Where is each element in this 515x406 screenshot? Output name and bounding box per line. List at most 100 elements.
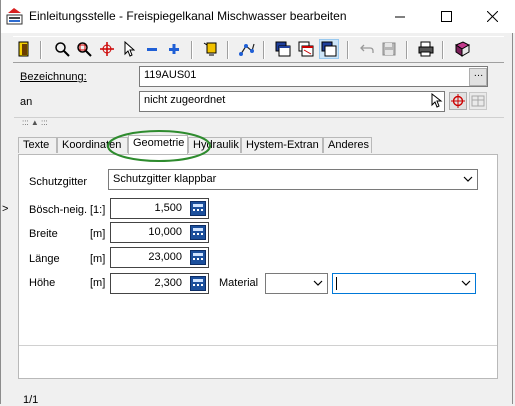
bezeichnung-label: Bezeichnung:: [20, 71, 87, 83]
window-1-button[interactable]: [273, 39, 293, 59]
breite-value: 10,000: [148, 226, 182, 238]
minimize-icon: [394, 16, 405, 18]
zoom-button[interactable]: [52, 39, 72, 59]
crosshair-button[interactable]: [97, 39, 117, 59]
light-icon: [203, 42, 217, 56]
hoehe-unit: [m]: [90, 277, 106, 289]
edit-window: Einleitungsstelle - Freispiegelkanal Mis…: [0, 0, 515, 406]
toolbar: [13, 36, 504, 63]
text-caret: [336, 277, 337, 290]
tab-texte[interactable]: Texte: [18, 137, 57, 153]
minimize-button[interactable]: [377, 0, 423, 33]
window-3-button[interactable]: [319, 39, 339, 59]
undo-icon: [360, 44, 374, 53]
crosshair-icon: [100, 42, 114, 56]
tab-anderes[interactable]: Anderes: [323, 137, 372, 153]
breite-unit: [m]: [90, 228, 106, 240]
book-icon: [454, 41, 470, 57]
highlight-ellipse: [107, 130, 211, 162]
light-button[interactable]: [201, 39, 221, 59]
chevron-down-icon: [313, 280, 323, 286]
window-title: Einleitungsstelle - Freispiegelkanal Mis…: [29, 9, 347, 23]
status-bar: 1/1: [1, 392, 515, 406]
window-2-button[interactable]: [296, 39, 316, 59]
material-detail-select[interactable]: [332, 273, 476, 294]
material-select[interactable]: [265, 273, 328, 294]
boeschneig-value: 1,500: [154, 202, 182, 214]
tab-hystem-extran[interactable]: Hystem-Extran: [241, 137, 323, 153]
window-1-icon: [275, 41, 291, 57]
maximize-button[interactable]: [423, 0, 469, 33]
maximize-icon: [440, 11, 452, 22]
print-button[interactable]: [416, 39, 436, 59]
boeschneig-input[interactable]: 1,500: [110, 198, 209, 219]
calculator-icon: [193, 228, 203, 235]
calculator-button[interactable]: [190, 201, 206, 216]
select-arrow-button[interactable]: [119, 39, 139, 59]
splitter-glyph: ::: ▲ :::: [22, 118, 48, 127]
network-button[interactable]: [237, 39, 257, 59]
minus-button[interactable]: [142, 39, 162, 59]
splitter[interactable]: ::: ▲ :::: [14, 117, 504, 130]
boeschneig-label: Bösch-neig.: [29, 204, 88, 216]
calculator-button[interactable]: [190, 276, 206, 291]
laenge-input[interactable]: 23,000: [110, 247, 209, 268]
tab-label: Hystem-Extran: [246, 139, 319, 151]
schutzgitter-select[interactable]: Schutzgitter klappbar: [108, 169, 478, 190]
select-arrow-icon: [124, 41, 135, 57]
undo-button[interactable]: [357, 39, 377, 59]
hoehe-label: Höhe: [29, 277, 56, 289]
calculator-icon: [193, 279, 203, 286]
an-target-button[interactable]: [449, 92, 467, 110]
chevron-down-icon: [463, 176, 473, 182]
zoom-icon: [55, 42, 70, 57]
save-button[interactable]: [379, 39, 399, 59]
laenge-value: 23,000: [148, 251, 182, 263]
panel-divider: [19, 345, 497, 346]
window-3-icon: [321, 41, 337, 57]
schutzgitter-value: Schutzgitter klappbar: [113, 173, 217, 185]
record-counter: 1/1: [23, 394, 39, 406]
app-icon: [6, 8, 23, 25]
close-icon: [486, 11, 498, 22]
calculator-button[interactable]: [190, 225, 206, 240]
mouse-cursor-icon: [431, 93, 443, 108]
bezeichnung-browse-button[interactable]: …: [469, 68, 487, 86]
calculator-icon: [193, 204, 203, 211]
print-icon: [418, 41, 434, 57]
network-icon: [239, 43, 255, 56]
breite-label: Breite: [29, 228, 58, 240]
an-table-button[interactable]: [469, 92, 487, 110]
tab-label: Texte: [23, 139, 50, 151]
an-label: an: [20, 96, 33, 108]
exit-button[interactable]: [14, 39, 34, 59]
plus-icon: [169, 44, 179, 54]
breite-input[interactable]: 10,000: [110, 222, 209, 243]
laenge-unit: [m]: [90, 253, 106, 265]
hoehe-input[interactable]: 2,300: [110, 273, 209, 294]
tab-label: Anderes: [328, 139, 369, 151]
plus-button[interactable]: [164, 39, 184, 59]
geometrie-panel: Schutzgitter Schutzgitter klappbar Bösch…: [18, 154, 498, 379]
calculator-button[interactable]: [190, 250, 206, 265]
bezeichnung-field[interactable]: 119AUS01: [139, 66, 488, 87]
row-marker: >: [2, 203, 9, 215]
zoom-window-button[interactable]: [74, 39, 94, 59]
schutzgitter-label: Schutzgitter: [29, 176, 88, 188]
calculator-icon: [193, 253, 203, 260]
target-icon: [451, 94, 465, 108]
chevron-down-icon: [461, 280, 471, 286]
bezeichnung-value: 119AUS01: [144, 69, 197, 81]
save-icon: [382, 42, 396, 56]
minus-icon: [147, 48, 157, 51]
hoehe-value: 2,300: [154, 277, 182, 289]
laenge-label: Länge: [29, 253, 60, 265]
zoom-window-icon: [77, 42, 92, 57]
book-button[interactable]: [452, 39, 472, 59]
an-field[interactable]: nicht zugeordnet: [139, 91, 445, 112]
exit-icon: [18, 41, 29, 57]
boeschneig-unit: [1:]: [90, 204, 106, 216]
table-icon: [471, 95, 485, 107]
close-button[interactable]: [469, 0, 515, 33]
window-2-icon: [298, 41, 314, 57]
